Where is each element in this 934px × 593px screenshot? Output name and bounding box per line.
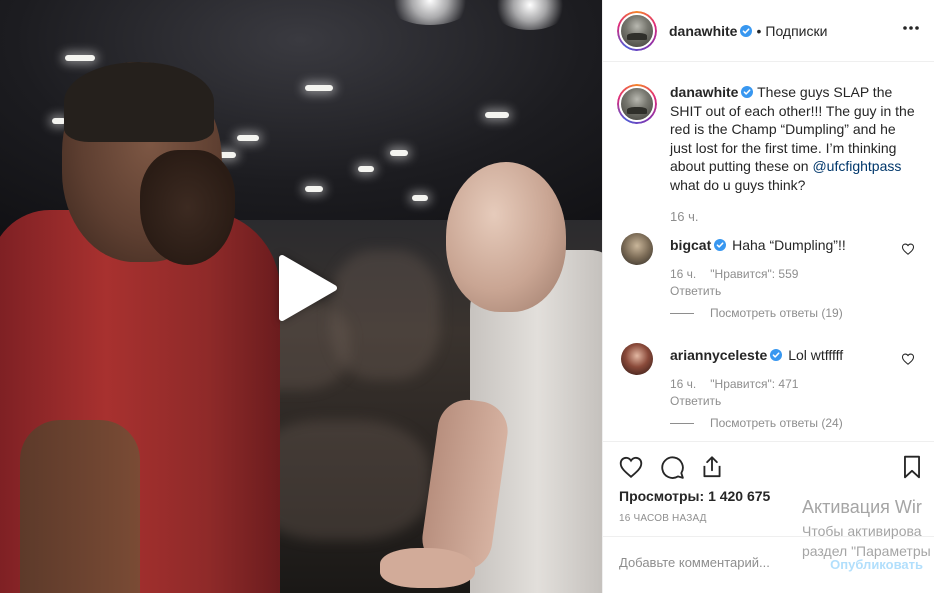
post-time-ago[interactable]: 16 часов назад bbox=[619, 513, 707, 524]
comment-timestamp[interactable]: 16 ч. bbox=[670, 377, 696, 391]
comment-likes-count[interactable]: "Нравится": 559 bbox=[710, 267, 798, 281]
comments-list[interactable]: danawhite These guys SLAP the SHIT out o… bbox=[603, 63, 934, 441]
view-replies-label: Посмотреть ответы (19) bbox=[710, 306, 843, 320]
ceiling-light bbox=[305, 85, 333, 91]
add-comment-bar: Опубликовать bbox=[603, 536, 934, 593]
views-count[interactable]: Просмотры: 1 420 675 bbox=[619, 488, 770, 504]
ceiling-light bbox=[65, 55, 95, 61]
fighter-left-arm bbox=[20, 420, 140, 593]
verified-badge-icon bbox=[770, 349, 783, 361]
replies-divider bbox=[670, 422, 694, 424]
crowd-figure bbox=[330, 250, 440, 380]
verified-badge-icon bbox=[714, 239, 727, 251]
commenter-username[interactable]: ariannyceleste bbox=[670, 347, 767, 363]
comment-body: Lol wtfffff bbox=[788, 347, 844, 363]
caption-timestamp[interactable]: 16 ч. bbox=[670, 209, 698, 224]
stage-light bbox=[385, 0, 475, 25]
caption-author[interactable]: danawhite bbox=[670, 84, 738, 100]
comment-meta: 16 ч. "Нравится": 471 bbox=[670, 377, 812, 391]
play-button[interactable] bbox=[270, 252, 342, 324]
fighter-left-beard bbox=[140, 150, 235, 265]
view-replies-button[interactable]: Посмотреть ответы (24) bbox=[670, 416, 843, 430]
caption-text: danawhite These guys SLAP the SHIT out o… bbox=[670, 83, 918, 194]
comment-likes-count[interactable]: "Нравится": 471 bbox=[710, 377, 798, 391]
caption-avatar[interactable] bbox=[617, 84, 657, 124]
share-icon[interactable] bbox=[699, 454, 725, 480]
verified-badge-icon bbox=[740, 24, 753, 37]
author-avatar[interactable] bbox=[617, 10, 657, 51]
reply-button[interactable]: Ответить bbox=[670, 284, 721, 298]
stage-light bbox=[490, 0, 570, 30]
caption-body-end: what do u guys think? bbox=[670, 176, 806, 193]
comment-input[interactable] bbox=[619, 555, 819, 570]
comment-meta: 16 ч. "Нравится": 559 bbox=[670, 267, 812, 281]
comment-body: Haha “Dumpling”!! bbox=[732, 237, 846, 253]
header-separator: • bbox=[756, 22, 762, 39]
follow-status-button[interactable]: Подписки bbox=[765, 23, 827, 39]
author-username[interactable]: danawhite bbox=[669, 23, 737, 39]
replies-divider bbox=[670, 312, 694, 314]
fighter-left-hair bbox=[64, 62, 214, 142]
verified-badge-icon bbox=[741, 86, 754, 98]
post-sidebar: danawhite • Подписки danawhite These guy… bbox=[602, 0, 934, 593]
fighter-right-head bbox=[446, 162, 566, 312]
ceiling-light bbox=[305, 186, 323, 192]
comment-bubble-icon[interactable] bbox=[659, 454, 685, 480]
views-label: Просмотры: bbox=[619, 488, 705, 504]
video-player[interactable] bbox=[0, 0, 602, 593]
play-icon bbox=[279, 255, 337, 321]
comment-text: ariannyceleste Lol wtfffff bbox=[670, 346, 843, 364]
post-header: danawhite • Подписки bbox=[603, 0, 934, 62]
publish-button[interactable]: Опубликовать bbox=[830, 557, 923, 572]
comment-like-heart-icon[interactable] bbox=[901, 352, 915, 366]
more-horizontal-icon bbox=[903, 26, 919, 30]
more-options-button[interactable] bbox=[899, 16, 923, 40]
comment-timestamp[interactable]: 16 ч. bbox=[670, 267, 696, 281]
views-value: 1 420 675 bbox=[708, 488, 771, 504]
commenter-username[interactable]: bigcat bbox=[670, 237, 711, 253]
caption-mention-link[interactable]: @ufcfightpass bbox=[812, 158, 901, 174]
fighter-right-hand bbox=[380, 548, 475, 588]
ceiling-light bbox=[412, 195, 428, 201]
view-replies-button[interactable]: Посмотреть ответы (19) bbox=[670, 306, 843, 320]
heart-icon[interactable] bbox=[618, 454, 644, 480]
bookmark-icon[interactable] bbox=[899, 454, 925, 480]
reply-button[interactable]: Ответить bbox=[670, 394, 721, 408]
commenter-avatar[interactable] bbox=[621, 233, 653, 265]
comment-text: bigcat Haha “Dumpling”!! bbox=[670, 236, 846, 254]
comment-like-heart-icon[interactable] bbox=[901, 242, 915, 256]
ceiling-light bbox=[237, 135, 259, 141]
commenter-avatar[interactable] bbox=[621, 343, 653, 375]
post-actions: Просмотры: 1 420 675 16 часов назад Опуб… bbox=[603, 441, 934, 593]
ceiling-light bbox=[358, 166, 374, 172]
ceiling-light bbox=[390, 150, 408, 156]
ceiling-light bbox=[485, 112, 509, 118]
view-replies-label: Посмотреть ответы (24) bbox=[710, 416, 843, 430]
